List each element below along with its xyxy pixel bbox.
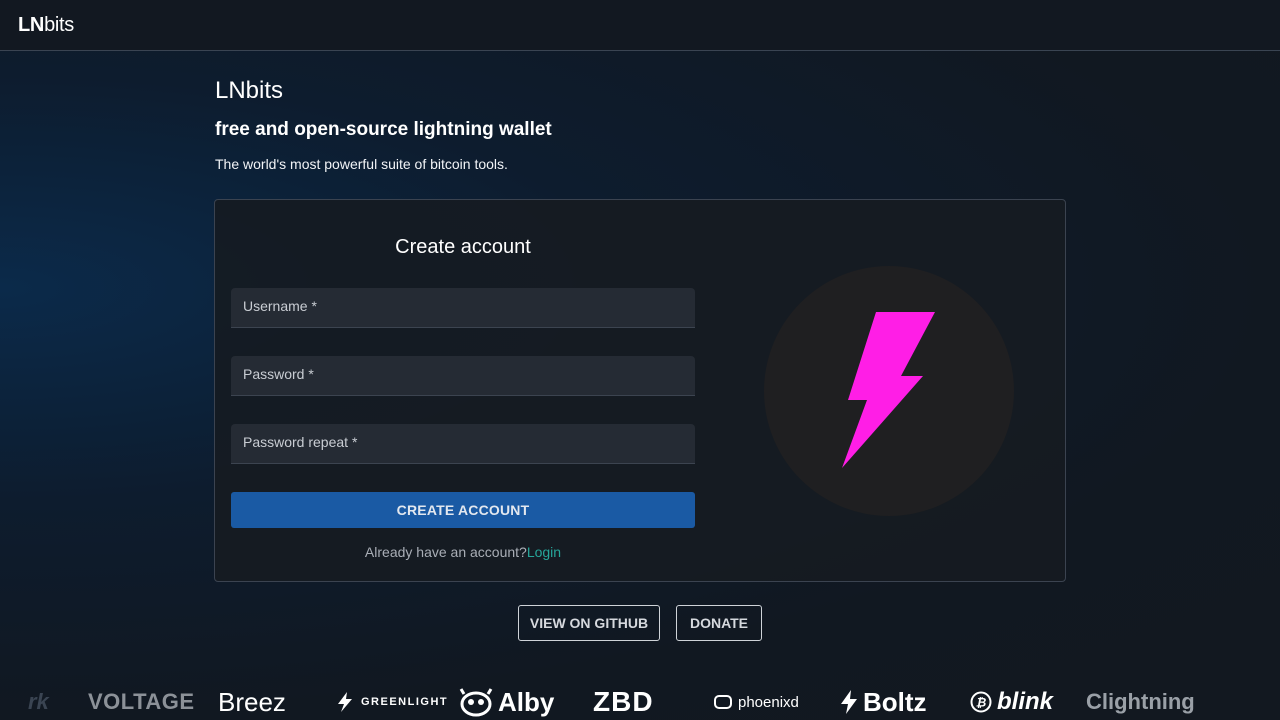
partner-boltz-text: Boltz <box>863 686 927 717</box>
partner-clightning-text: Clightning <box>1086 689 1195 714</box>
svg-text:₿: ₿ <box>976 696 987 710</box>
boltz-bolt-icon <box>841 690 857 714</box>
create-account-button[interactable]: CREATE ACCOUNT <box>231 492 695 528</box>
username-label: Username * <box>243 297 317 314</box>
partner-clightning-logo: Clightning <box>1086 686 1195 718</box>
lightning-bolt-icon <box>842 312 935 468</box>
hero-description: The world's most powerful suite of bitco… <box>215 156 508 172</box>
hero-title: LNbits <box>215 77 284 104</box>
create-account-card: Create account Username * Password * Pas… <box>214 199 1066 582</box>
partner-rk-logo: rk <box>28 686 49 718</box>
login-prompt-text: Already have an account? <box>364 544 527 560</box>
partner-zbd-text: ZBD <box>593 686 654 717</box>
login-prompt: Already have an account?Login <box>231 544 695 560</box>
partner-zbd-logo: ZBD <box>593 686 654 718</box>
username-field[interactable]: Username * <box>231 288 695 328</box>
phoenix-icon <box>714 695 732 709</box>
partner-phoenixd-logo: phoenixd <box>713 686 799 718</box>
partner-breez-logo: Breez <box>218 686 286 718</box>
partner-rk-text: rk <box>28 689 49 714</box>
password-repeat-label: Password repeat * <box>243 433 358 450</box>
action-buttons: VIEW ON GITHUB DONATE <box>0 605 1280 641</box>
partner-blink-text: blink <box>997 688 1054 715</box>
partner-blink-logo: ₿ blink <box>970 686 1053 718</box>
brand-logo[interactable]: LNbits <box>18 14 74 37</box>
login-link[interactable]: Login <box>527 544 561 560</box>
partner-greenlight-logo: GREENLIGHT <box>334 686 448 718</box>
top-app-bar: LNbits <box>0 0 1280 51</box>
partner-boltz-logo: Boltz <box>840 686 927 718</box>
bitcoin-icon: ₿ <box>970 691 992 713</box>
form-title: Create account <box>395 236 531 258</box>
partner-phoenixd-text: phoenixd <box>738 693 799 711</box>
partner-alby-logo: Alby <box>459 686 554 718</box>
partner-logos: rk VOLTAGE Breez GREENLIGHT Alby ZBD pho… <box>0 684 1280 720</box>
hero-subtitle: free and open-source lightning wallet <box>215 119 552 140</box>
password-label: Password * <box>243 365 314 382</box>
brand-rest-text: bits <box>44 13 74 36</box>
hero-section: LNbits free and open-source lightning wa… <box>215 76 1065 174</box>
partner-voltage-text: VOLTAGE <box>88 689 195 714</box>
lnbits-logo <box>764 266 1014 516</box>
partner-greenlight-text: GREENLIGHT <box>361 696 449 708</box>
partner-breez-text: Breez <box>218 686 286 717</box>
greenlight-bolt-icon <box>338 692 352 712</box>
alby-bee-icon <box>459 688 493 717</box>
partner-voltage-logo: VOLTAGE <box>88 686 195 718</box>
partner-alby-text: Alby <box>498 686 555 717</box>
brand-bold-text: LN <box>18 13 45 36</box>
password-repeat-field[interactable]: Password repeat * <box>231 424 695 464</box>
view-on-github-button[interactable]: VIEW ON GITHUB <box>518 605 660 641</box>
donate-button[interactable]: DONATE <box>676 605 762 641</box>
password-field[interactable]: Password * <box>231 356 695 396</box>
